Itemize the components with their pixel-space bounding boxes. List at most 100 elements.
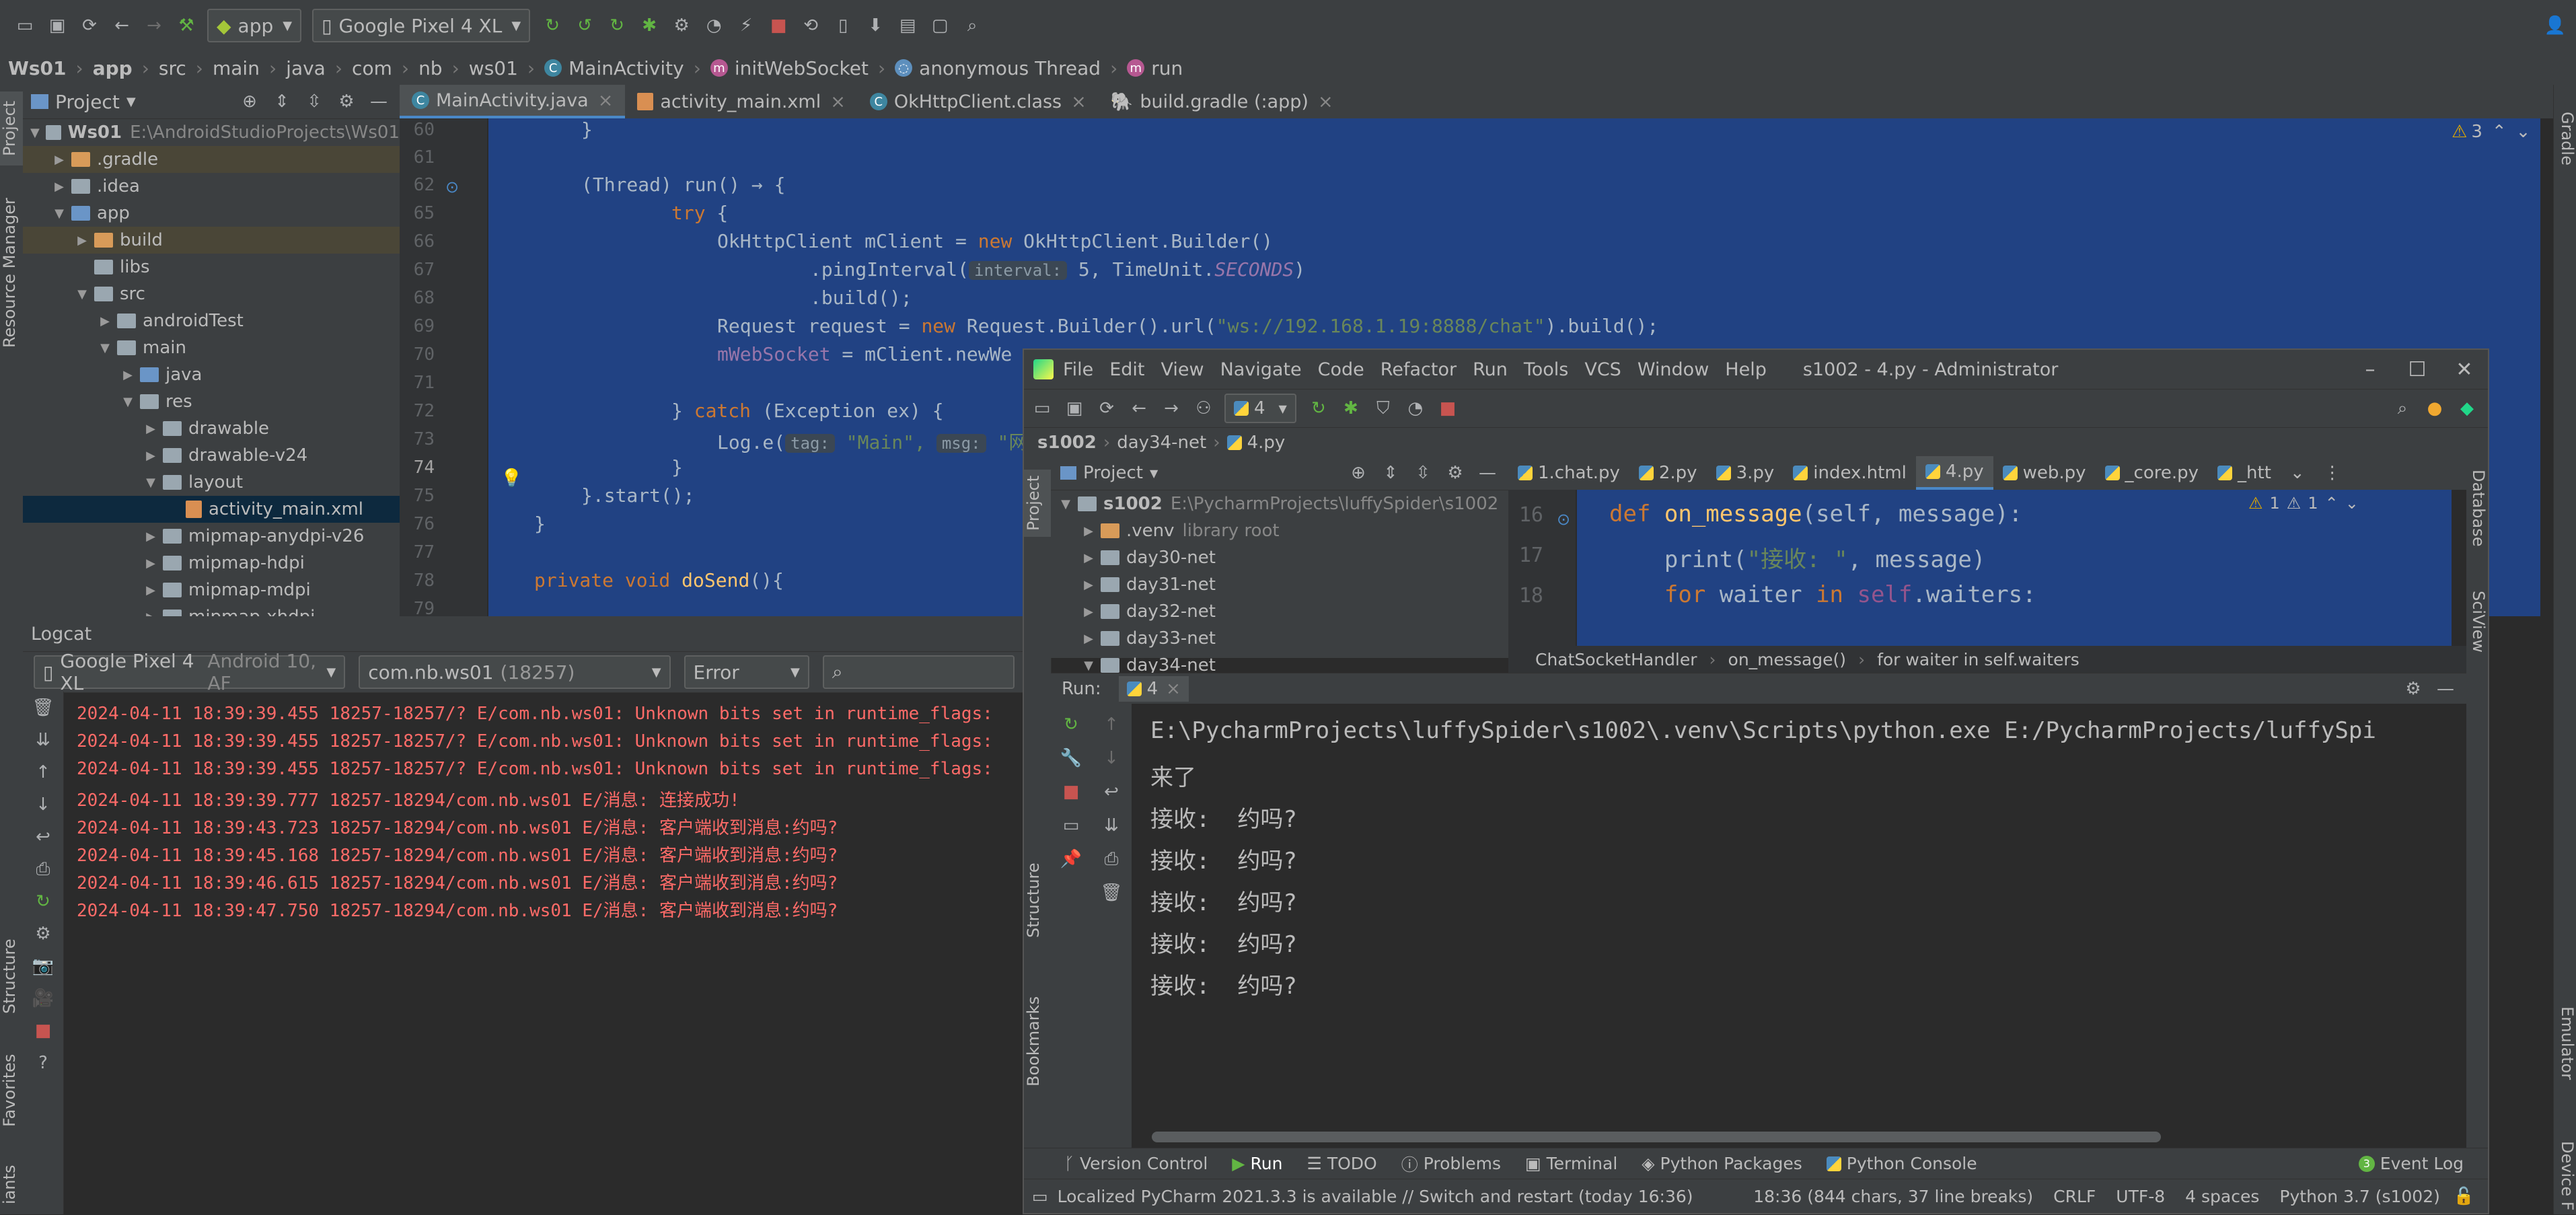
logcat-process-select[interactable]: com.nb.ws01 (18257) ▼ [359, 655, 671, 689]
print-icon[interactable]: ⎙ [1091, 842, 1132, 876]
tree-item[interactable]: ▶ day30-net [1051, 544, 1508, 571]
tab-run[interactable]: ▶ Run [1232, 1154, 1282, 1173]
up-arrow-icon[interactable]: ↑ [23, 756, 63, 788]
favorites-tool-tab[interactable]: Favorites [0, 1047, 23, 1134]
status-line-separator[interactable]: CRLF [2053, 1187, 2096, 1206]
chevron-up-icon[interactable]: ⌃ [2492, 122, 2507, 142]
tab-event-log[interactable]: 3 Event Log [2358, 1154, 2464, 1173]
gradle-sync-icon[interactable]: ⟲ [799, 14, 822, 37]
pycharm-code-editor[interactable]: ⚠ 1 ⚠ 1 ⌃ ⌄ ⊙ 16 def on_message(self, message)… [1508, 490, 2466, 646]
maximize-icon[interactable]: ☐ [2394, 358, 2441, 381]
hide-icon[interactable]: — [2434, 677, 2457, 700]
lock-icon[interactable]: 🔓 [2454, 1186, 2474, 1206]
logcat-level-select[interactable]: Error ▼ [684, 655, 809, 689]
structure-tool-tab[interactable]: Structure [1024, 853, 1051, 947]
tab-web-py[interactable]: web.py [1993, 456, 2096, 490]
tree-item[interactable]: ▶ .venv library root [1051, 517, 1508, 544]
inspection-widget[interactable]: ⚠ 3 ⌃ ⌄ [2452, 118, 2539, 145]
run-with-coverage-icon[interactable]: ⛉ [1372, 397, 1395, 420]
chevron-right-icon[interactable]: ▶ [51, 153, 67, 167]
menu-vcs[interactable]: VCS [1584, 359, 1621, 380]
tab-4-py[interactable]: 4.py [1915, 456, 1993, 490]
tab-index-html[interactable]: index.html [1783, 456, 1916, 490]
search-icon[interactable]: ⌕ [961, 14, 984, 37]
gradle-tool-tab[interactable]: Gradle [2554, 112, 2576, 192]
print-icon[interactable]: ⎙ [23, 853, 63, 885]
project-tool-tab[interactable]: Project [1024, 470, 1051, 537]
open-folder-icon[interactable]: ▭ [1031, 397, 1054, 420]
screenshot-icon[interactable]: 📷 [23, 950, 63, 982]
notification-icon[interactable]: ▭ [1032, 1187, 1048, 1206]
tab--htt[interactable]: _htt [2208, 456, 2281, 490]
chevron-right-icon[interactable]: ▶ [1080, 551, 1097, 565]
project-structure-icon[interactable]: ▤ [896, 14, 919, 37]
crumb-statement[interactable]: for waiter in self.waiters [1877, 650, 2080, 669]
tree-item[interactable]: ▶ mipmap-hdpi [23, 550, 400, 577]
crumb-project[interactable]: Ws01 [8, 57, 67, 79]
gear-icon[interactable]: ⚙ [2402, 677, 2425, 700]
menu-help[interactable]: Help [1725, 359, 1767, 380]
chevron-right-icon[interactable]: ▶ [143, 422, 159, 436]
debug-icon[interactable]: ✱ [1339, 397, 1362, 420]
tab-terminal[interactable]: ▣ Terminal [1525, 1154, 1617, 1173]
hide-icon[interactable]: — [1476, 462, 1499, 484]
chevron-right-icon[interactable]: ▶ [143, 583, 159, 597]
tab-okhttpclient-class[interactable]: C OkHttpClient.class × [858, 85, 1099, 118]
save-all-icon[interactable]: ▣ [46, 14, 69, 37]
crumb-module[interactable]: app [93, 57, 133, 79]
tab-activity-main-xml[interactable]: activity_main.xml × [625, 85, 857, 118]
chevron-down-icon[interactable]: ▼ [74, 287, 90, 301]
close-icon[interactable]: ✕ [2441, 358, 2488, 381]
gear-icon[interactable]: ⚙ [335, 90, 358, 113]
emulator-tool-tab[interactable]: Emulator [2554, 1006, 2576, 1107]
tree-item[interactable]: ▼ app [23, 200, 400, 227]
tree-item[interactable]: ▼ src [23, 281, 400, 307]
menu-code[interactable]: Code [1318, 359, 1364, 380]
forward-arrow-icon[interactable]: → [1160, 397, 1183, 420]
crumb-class[interactable]: ChatSocketHandler [1535, 650, 1697, 669]
wrench-icon[interactable]: 🔧 [1051, 741, 1091, 775]
project-tool-tab[interactable]: Project [0, 91, 23, 165]
search-icon[interactable]: ⌕ [2391, 397, 2414, 420]
open-folder-icon[interactable]: ▭ [13, 14, 36, 37]
close-icon[interactable]: × [598, 90, 614, 111]
tree-item[interactable]: libs [23, 254, 400, 281]
crumb-file[interactable]: 4.py [1247, 433, 1286, 453]
tree-item[interactable]: ▶ .idea [23, 173, 400, 200]
down-arrow-icon[interactable]: ↓ [23, 788, 63, 821]
chevron-down-icon[interactable]: ▼ [51, 207, 67, 221]
stop-icon[interactable]: ■ [1051, 775, 1091, 809]
tab-2-py[interactable]: 2.py [1629, 456, 1707, 490]
bookmarks-tool-tab[interactable]: Bookmarks [1024, 988, 1051, 1095]
lightbulb-icon[interactable]: 💡 [501, 468, 522, 488]
apply-changes-icon[interactable]: ↻ [541, 14, 564, 37]
stop-icon[interactable]: ■ [23, 1015, 63, 1047]
forward-arrow-icon[interactable]: → [143, 14, 165, 37]
run-with-coverage-icon[interactable]: ⚡ [735, 14, 758, 37]
vcs-icon[interactable]: ⚇ [1192, 397, 1215, 420]
layout-icon[interactable]: ▭ [1051, 809, 1091, 842]
attach-debugger-icon[interactable]: ⚙ [670, 14, 693, 37]
crumb-run[interactable]: m run [1127, 57, 1183, 79]
profile-icon[interactable]: ◔ [1404, 397, 1427, 420]
chevron-down-icon[interactable]: ⌄ [2516, 122, 2531, 142]
tree-item[interactable]: ▶ day33-net [1051, 625, 1508, 652]
sync-icon[interactable]: ⟳ [1095, 397, 1118, 420]
more-icon[interactable]: ⋮ [2314, 456, 2351, 490]
collapse-all-icon[interactable]: ⇳ [303, 90, 326, 113]
chevron-down-icon[interactable]: ▼ [120, 395, 136, 409]
menu-view[interactable]: View [1161, 359, 1204, 380]
status-message[interactable]: Localized PyCharm 2021.3.3 is available … [1058, 1187, 1693, 1206]
tree-item[interactable]: ▼ main [23, 334, 400, 361]
tree-item[interactable]: ▶ mipmap-mdpi [23, 577, 400, 603]
up-arrow-icon[interactable]: ↑ [1091, 708, 1132, 741]
stop-icon[interactable]: ■ [1436, 397, 1459, 420]
chevron-right-icon[interactable]: ▶ [1080, 524, 1097, 538]
menu-file[interactable]: File [1063, 359, 1093, 380]
chevron-down-icon[interactable]: ▼ [97, 341, 113, 355]
chevron-down-icon[interactable]: ▼ [28, 126, 42, 140]
chevron-right-icon[interactable]: ▶ [143, 556, 159, 570]
trash-icon[interactable]: 🗑 [23, 692, 63, 724]
expand-all-icon[interactable]: ⇕ [270, 90, 293, 113]
tree-item[interactable]: ▼ layout [23, 469, 400, 496]
